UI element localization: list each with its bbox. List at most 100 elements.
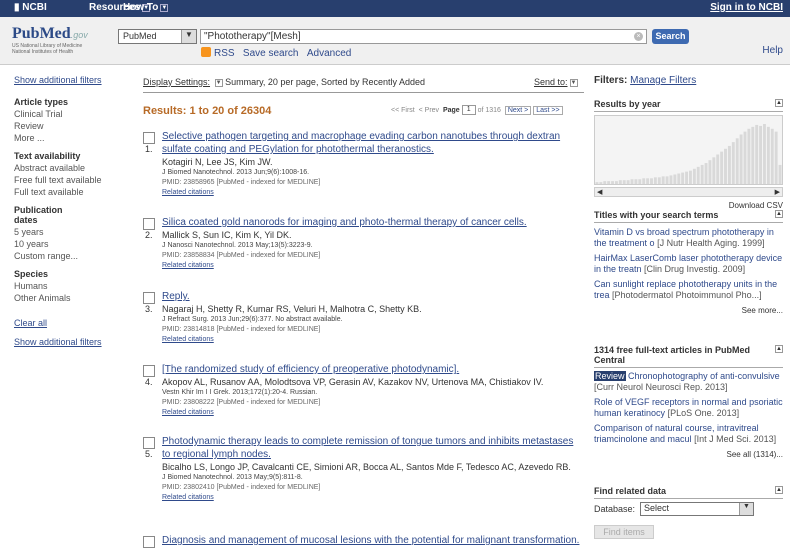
- page-input[interactable]: 1: [461, 105, 476, 115]
- display-settings-link[interactable]: Display Settings:: [143, 77, 210, 87]
- last-page-button[interactable]: Last >>: [533, 105, 563, 115]
- year-bar[interactable]: [731, 142, 735, 184]
- year-bar[interactable]: [611, 181, 614, 184]
- manage-filters-link[interactable]: Manage Filters: [630, 75, 696, 86]
- related-citations-link[interactable]: Related citations: [162, 408, 582, 418]
- advanced-link[interactable]: Advanced: [307, 48, 351, 59]
- clear-all-link[interactable]: Clear all: [14, 318, 124, 328]
- related-citations-link[interactable]: Related citations: [162, 188, 582, 198]
- next-page-button[interactable]: Next >: [504, 105, 532, 115]
- filter-item[interactable]: Abstract available: [14, 162, 124, 174]
- scroll-left-icon[interactable]: ◀: [597, 188, 602, 196]
- results-by-year-chart[interactable]: [594, 115, 783, 185]
- collapse-icon[interactable]: ▲: [775, 99, 783, 107]
- find-items-button[interactable]: Find items: [594, 525, 654, 539]
- year-bar[interactable]: [642, 178, 646, 184]
- filter-item[interactable]: Free full text available: [14, 174, 124, 186]
- collapse-icon[interactable]: ▲: [775, 345, 783, 353]
- year-bar[interactable]: [595, 182, 599, 184]
- result-title-link[interactable]: Reply.: [162, 290, 582, 303]
- result-checkbox[interactable]: [143, 437, 155, 449]
- result-checkbox[interactable]: [143, 536, 155, 548]
- year-bar[interactable]: [743, 131, 747, 184]
- year-bar[interactable]: [607, 181, 611, 184]
- first-page-link[interactable]: << First: [391, 107, 415, 114]
- year-bar[interactable]: [650, 178, 653, 184]
- database-select-related[interactable]: Select ▼: [640, 502, 754, 516]
- search-button[interactable]: Search: [652, 29, 689, 44]
- year-bar[interactable]: [626, 180, 630, 184]
- year-bar[interactable]: [677, 173, 681, 184]
- related-citations-link[interactable]: Related citations: [162, 493, 582, 503]
- year-bar[interactable]: [774, 131, 778, 184]
- collapse-icon[interactable]: ▲: [775, 210, 783, 218]
- filter-item[interactable]: 5 years: [14, 226, 124, 238]
- filter-item[interactable]: Humans: [14, 280, 124, 292]
- year-bar[interactable]: [766, 126, 770, 184]
- year-bar[interactable]: [630, 179, 634, 184]
- result-title-link[interactable]: [The randomized study of efficiency of p…: [162, 363, 582, 376]
- year-bar[interactable]: [724, 148, 727, 184]
- year-bar[interactable]: [689, 170, 692, 184]
- result-checkbox[interactable]: [143, 132, 155, 144]
- save-search-link[interactable]: Save search: [243, 48, 299, 59]
- ncbi-home-link[interactable]: ▮ NCBI: [14, 2, 47, 13]
- chart-scrollbar[interactable]: ◀ ▶: [594, 187, 783, 197]
- download-csv-link[interactable]: Download CSV: [729, 201, 783, 210]
- filter-item[interactable]: 10 years: [14, 238, 124, 250]
- year-bar[interactable]: [638, 179, 642, 184]
- year-bar[interactable]: [657, 177, 661, 184]
- pubmed-logo[interactable]: PubMed.gov US National Library of Medici…: [12, 25, 102, 61]
- year-bar[interactable]: [696, 166, 700, 184]
- result-title-link[interactable]: Silica coated gold nanorods for imaging …: [162, 216, 582, 229]
- year-bar[interactable]: [634, 179, 638, 184]
- send-to-menu[interactable]: Send to: ▼: [534, 77, 578, 87]
- year-bar[interactable]: [599, 182, 603, 184]
- clear-icon[interactable]: ×: [634, 32, 643, 41]
- year-bar[interactable]: [735, 138, 739, 184]
- free-item-link[interactable]: Chronophotography of anti-convulsive: [628, 371, 780, 381]
- year-bar[interactable]: [622, 180, 626, 184]
- year-bar[interactable]: [665, 176, 669, 184]
- year-bar[interactable]: [669, 175, 673, 184]
- year-bar[interactable]: [708, 160, 712, 184]
- chevron-down-icon[interactable]: ▼: [214, 79, 223, 87]
- year-bar[interactable]: [603, 181, 607, 184]
- scroll-right-icon[interactable]: ▶: [775, 188, 780, 196]
- filter-item[interactable]: Clinical Trial: [14, 108, 124, 120]
- result-title-link[interactable]: Diagnosis and management of mucosal lesi…: [162, 534, 582, 547]
- year-bar[interactable]: [751, 126, 755, 184]
- prev-page-link[interactable]: < Prev: [419, 107, 439, 114]
- search-input[interactable]: "Phototherapy"[Mesh] ×: [200, 29, 647, 44]
- year-bar[interactable]: [673, 174, 677, 184]
- year-bar[interactable]: [755, 124, 759, 184]
- year-bar[interactable]: [712, 157, 716, 184]
- filter-item[interactable]: Review: [14, 120, 124, 132]
- year-bar[interactable]: [720, 151, 724, 184]
- year-bar[interactable]: [716, 154, 720, 184]
- year-bar[interactable]: [763, 124, 766, 184]
- year-bar[interactable]: [618, 180, 622, 184]
- year-bar[interactable]: [681, 172, 685, 184]
- result-title-link[interactable]: Photodynamic therapy leads to complete r…: [162, 435, 582, 461]
- see-more-link[interactable]: See more...: [594, 306, 783, 315]
- signin-link[interactable]: Sign in to NCBI: [710, 2, 783, 13]
- year-bar[interactable]: [778, 164, 782, 184]
- howto-menu[interactable]: How To ▼: [123, 2, 169, 13]
- collapse-icon[interactable]: ▲: [775, 486, 783, 494]
- related-citations-link[interactable]: Related citations: [162, 335, 582, 345]
- help-link[interactable]: Help: [762, 45, 783, 56]
- filter-item[interactable]: Custom range...: [14, 250, 124, 262]
- year-bar[interactable]: [739, 134, 743, 184]
- show-additional-filters-link-bottom[interactable]: Show additional filters: [14, 337, 124, 347]
- year-bar[interactable]: [692, 168, 696, 184]
- year-bar[interactable]: [704, 163, 708, 184]
- result-checkbox[interactable]: [143, 218, 155, 230]
- filter-item[interactable]: Other Animals: [14, 292, 124, 304]
- result-title-link[interactable]: Selective pathogen targeting and macroph…: [162, 130, 582, 156]
- year-bar[interactable]: [661, 176, 665, 184]
- year-bar[interactable]: [747, 128, 751, 184]
- filter-item[interactable]: More ...: [14, 132, 124, 144]
- result-checkbox[interactable]: [143, 365, 155, 377]
- rss-link[interactable]: RSS: [214, 48, 235, 59]
